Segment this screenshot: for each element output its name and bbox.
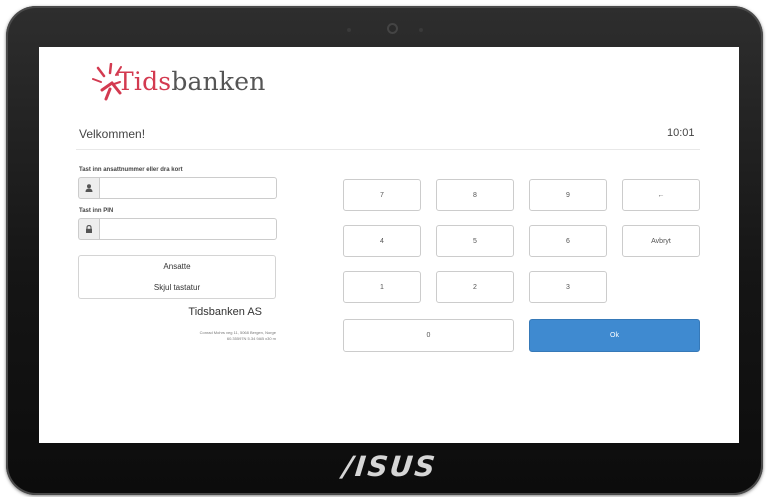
brand-name: Tidsbanken [117, 67, 266, 96]
key-9[interactable]: 9 [529, 179, 607, 211]
brand-name-suffix: banken [171, 67, 266, 96]
brand-name-prefix: Tids [117, 67, 172, 96]
key-6[interactable]: 6 [529, 225, 607, 257]
key-7[interactable]: 7 [343, 179, 421, 211]
coordinates-line: 60.35597N 5.34 9AB x30 m [226, 336, 276, 341]
key-4[interactable]: 4 [343, 225, 421, 257]
user-icon [78, 177, 99, 199]
header-divider [76, 149, 700, 150]
key-3[interactable]: 3 [529, 271, 607, 303]
key-8[interactable]: 8 [436, 179, 514, 211]
hide-keyboard-button[interactable]: Skjul tastatur [78, 277, 276, 299]
cancel-key[interactable]: Avbryt [622, 225, 700, 257]
company-address: Conrad Mohrs veg 11, 5068 Bergen, Norge … [118, 330, 276, 342]
key-5[interactable]: 5 [436, 225, 514, 257]
key-2[interactable]: 2 [436, 271, 514, 303]
employees-button[interactable]: Ansatte [78, 255, 276, 278]
sensor-dot [419, 28, 423, 32]
key-0[interactable]: 0 [343, 319, 514, 352]
sensor-dot [347, 28, 351, 32]
pin-label: Tast inn PIN [79, 208, 114, 214]
employee-number-group [78, 177, 277, 199]
pin-group [78, 218, 277, 240]
lock-icon [78, 218, 99, 240]
key-1[interactable]: 1 [343, 271, 421, 303]
clock-time: 10:01 [667, 127, 695, 139]
employee-number-input[interactable] [99, 177, 277, 199]
camera-lens [387, 23, 398, 34]
backspace-key[interactable]: ← [622, 179, 700, 211]
ok-button[interactable]: Ok [529, 319, 700, 352]
asus-logo: /ISUS [341, 450, 439, 483]
welcome-text: Velkommen! [79, 127, 146, 141]
employee-number-label: Tast inn ansattnummer eller dra kort [79, 167, 183, 173]
pin-input[interactable] [99, 218, 277, 240]
company-name: Tidsbanken AS [188, 306, 262, 318]
